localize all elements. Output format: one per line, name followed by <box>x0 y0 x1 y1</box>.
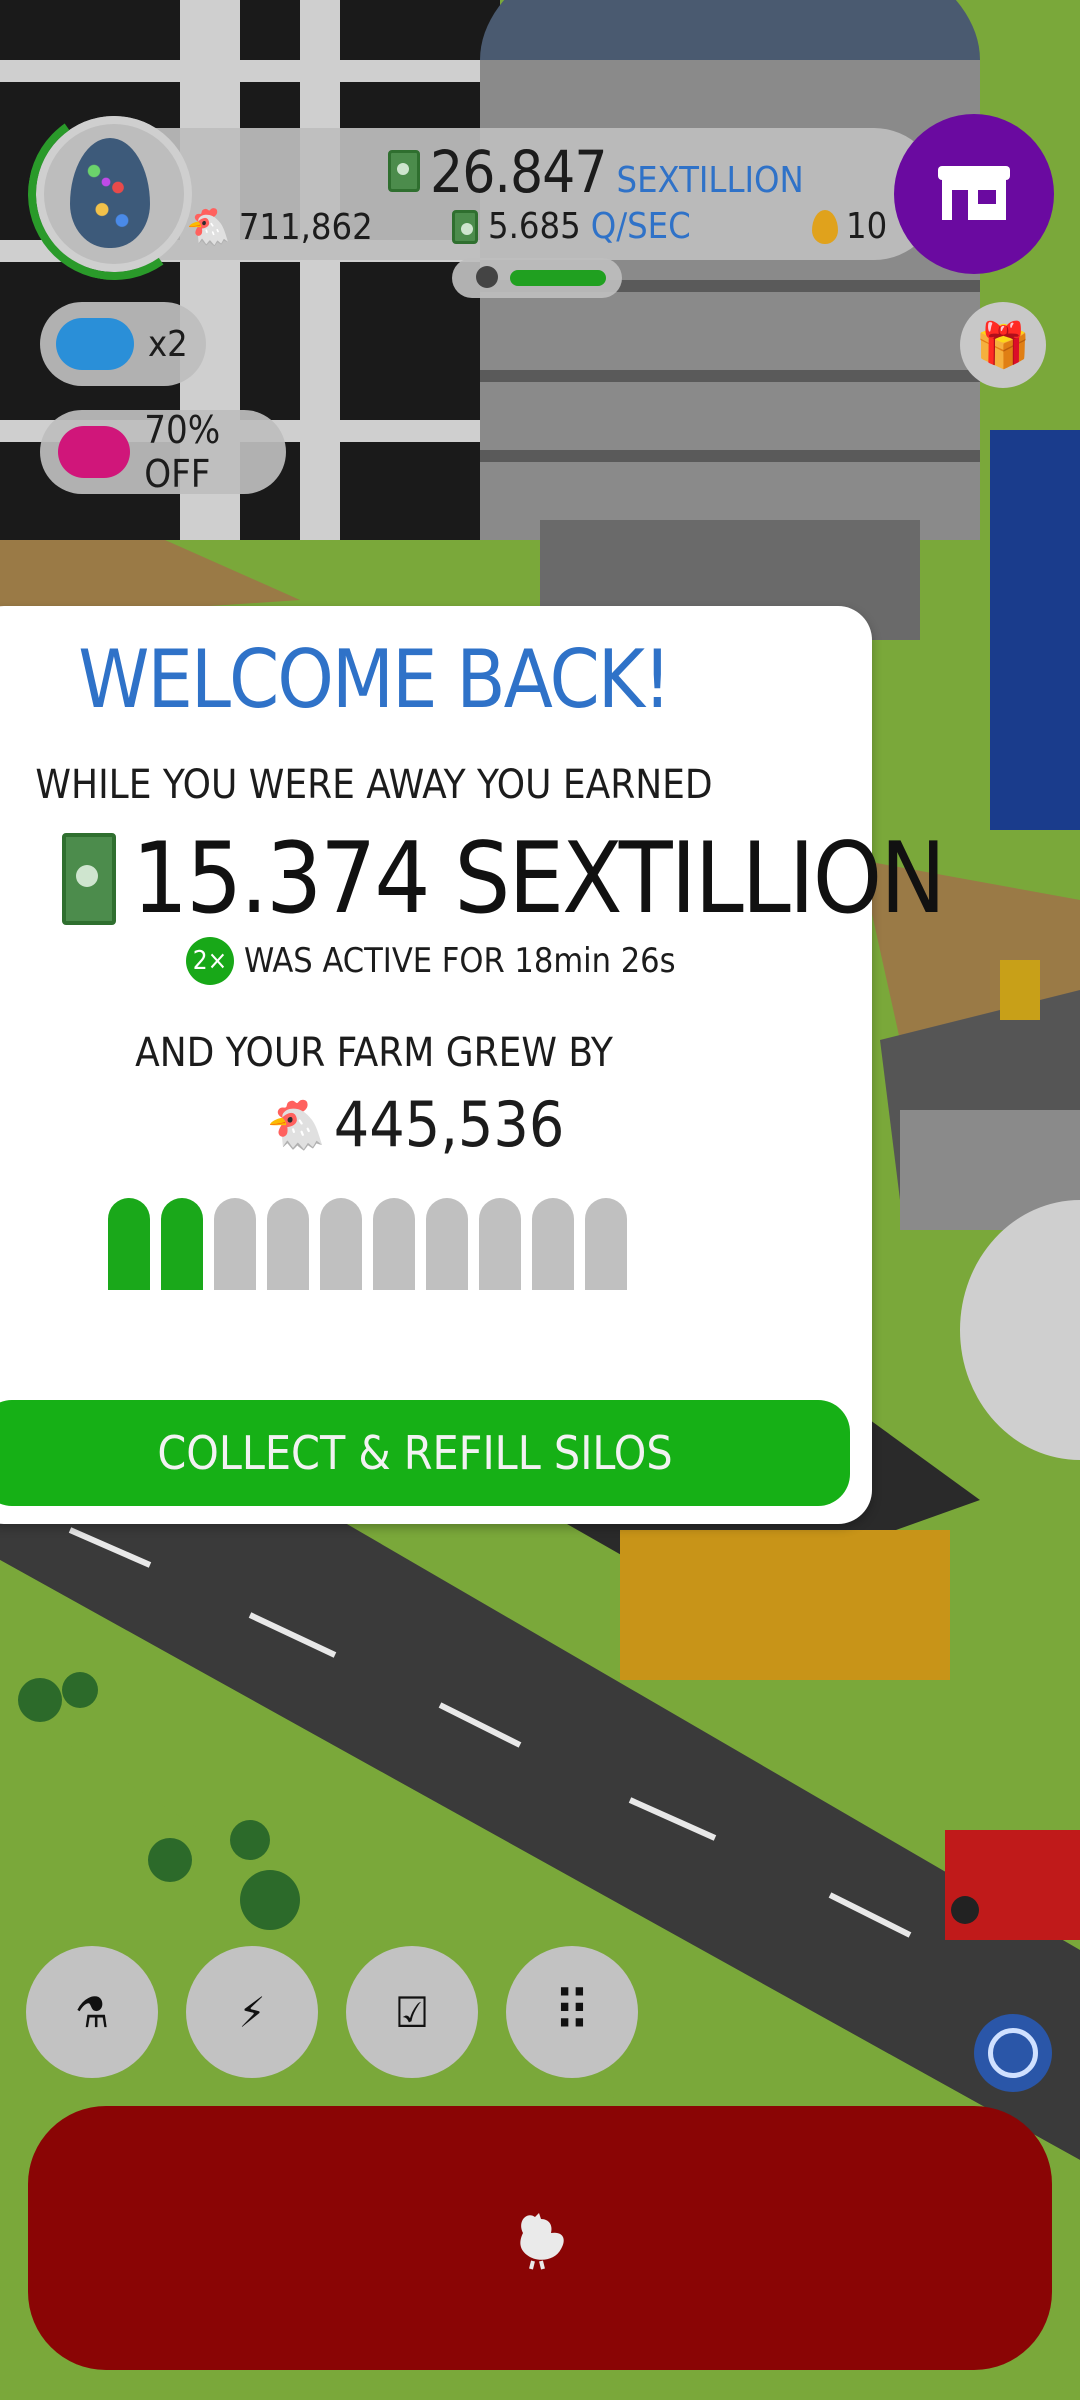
boost-multiplier-pill[interactable]: x2 <box>40 302 206 386</box>
silo-full <box>161 1198 203 1290</box>
research-button[interactable]: ⚗ <box>26 1946 158 2078</box>
hab-sale-icon <box>58 426 131 478</box>
hab-chicken-icon <box>476 266 498 288</box>
menu-grid-icon: ⠿ <box>553 1979 591 2045</box>
chicken-icon: 🐔 <box>186 207 231 248</box>
collect-refill-silos-button[interactable]: COLLECT & REFILL SILOS <box>0 1400 850 1506</box>
missions-icon: ☑ <box>395 1987 429 2037</box>
hab-capacity-bar <box>452 258 622 298</box>
earned-amount: 15.374 SEXTILLION <box>62 822 946 936</box>
silo-empty <box>532 1198 574 1290</box>
boost-icon: ⚡ <box>238 1987 266 2037</box>
silo-empty <box>426 1198 468 1290</box>
silo-empty <box>214 1198 256 1290</box>
chicken-count: 🐔 711,862 <box>186 206 373 249</box>
silo-empty <box>585 1198 627 1290</box>
active-boost-info: 2× WAS ACTIVE FOR 18min 26s <box>186 937 676 985</box>
gift-icon: 🎁 <box>975 320 1031 371</box>
boost-multiplier-label: x2 <box>148 323 188 365</box>
golden-egg-icon <box>812 209 838 244</box>
silo-empty <box>373 1198 415 1290</box>
cash-icon <box>62 833 116 925</box>
rate-unit: Q/SEC <box>590 206 691 247</box>
research-icon: ⚗ <box>75 1987 109 2037</box>
silo-empty <box>320 1198 362 1290</box>
rate-value: 5.685 <box>488 206 581 247</box>
chicken-icon: 🐔 <box>266 1097 326 1153</box>
silo-empty <box>479 1198 521 1290</box>
boost-2x-badge: 2× <box>186 937 234 985</box>
sale-pill[interactable]: 70% OFF <box>40 408 286 496</box>
chicken-count-value: 711,862 <box>238 206 373 248</box>
active-duration-text: WAS ACTIVE FOR 18min 26s <box>244 941 676 981</box>
boost-icon <box>56 318 134 370</box>
hatch-chicken-button[interactable] <box>28 2106 1052 2370</box>
hab-capacity-fill <box>510 270 606 286</box>
money-unit: SEXTILLION <box>616 160 804 201</box>
chickens-gained: 🐔 445,536 <box>266 1088 564 1161</box>
money-display: 26.847 SEXTILLION <box>388 138 804 206</box>
sale-label: 70% OFF <box>144 408 221 496</box>
earned-value: 15.374 SEXTILLION <box>132 822 946 936</box>
cash-rate-icon <box>452 209 478 244</box>
silo-indicators <box>108 1198 627 1290</box>
dialog-subtitle: WHILE YOU WERE AWAY YOU EARNED <box>35 762 713 808</box>
boost-button[interactable]: ⚡ <box>186 1946 318 2078</box>
dialog-title: WELCOME BACK! <box>78 633 672 726</box>
farm-grew-label: AND YOUR FARM GREW BY <box>135 1030 613 1076</box>
chicken-icon <box>520 2213 564 2270</box>
gift-button[interactable]: 🎁 <box>960 302 1046 388</box>
golden-eggs-count: 10 <box>846 206 888 247</box>
money-value: 26.847 <box>430 138 608 206</box>
golden-eggs[interactable]: 10 <box>812 206 887 247</box>
silo-full <box>108 1198 150 1290</box>
camera-button[interactable] <box>974 2014 1052 2092</box>
menu-button[interactable]: ⠿ <box>506 1946 638 2078</box>
cash-icon <box>388 150 420 192</box>
shop-button[interactable] <box>894 114 1054 274</box>
silo-empty <box>267 1198 309 1290</box>
income-rate: 5.685 Q/SEC <box>452 206 691 247</box>
missions-button[interactable]: ☑ <box>346 1946 478 2078</box>
store-icon <box>938 166 1010 220</box>
chickens-gained-value: 445,536 <box>333 1088 565 1161</box>
